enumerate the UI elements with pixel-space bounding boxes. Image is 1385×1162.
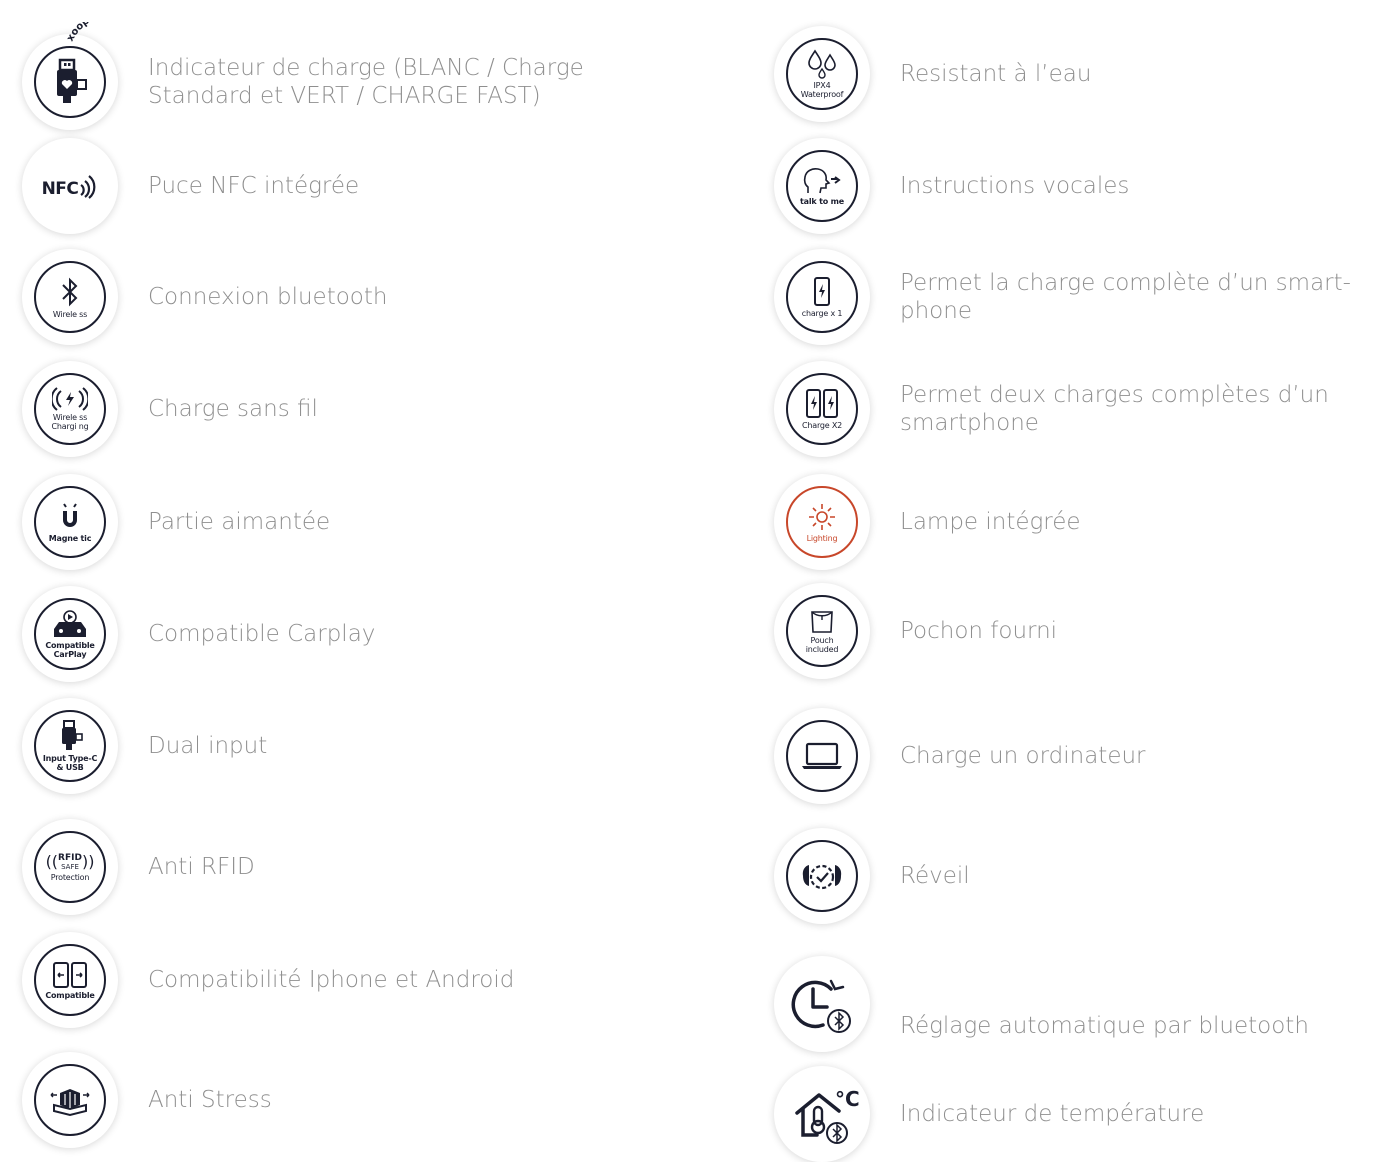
feature-label: Puce NFC intégrée — [148, 173, 360, 199]
feature-label: Réglage automatique par bluetooth — [900, 1013, 1309, 1039]
pouch-icon: Pouch included — [786, 595, 858, 667]
feature-item-alarm: Réveil — [774, 828, 970, 924]
icon-badge — [22, 1052, 118, 1148]
carplay-icon: Compatible CarPlay — [34, 598, 106, 670]
alarm-clock-icon — [786, 840, 858, 912]
light-icon: Lighting — [786, 486, 858, 558]
feature-item-bluetooth: Wirele ss Connexion bluetooth — [22, 249, 387, 345]
icon-badge: xoopar touch — [22, 22, 138, 130]
talk-icon: talk to me — [786, 150, 858, 222]
phone-charge-icon: charge x 1 — [786, 261, 858, 333]
feature-label: Réveil — [900, 863, 970, 889]
feature-label: Indicateur de température — [900, 1101, 1205, 1127]
feature-item-magnetic: Magne tic Partie aimantée — [22, 474, 330, 570]
magnet-icon: Magne tic — [34, 486, 106, 558]
feature-item-wireless-charging: Wirele ss Chargi ng Charge sans fil — [22, 361, 318, 457]
feature-item-pouch: Pouch included Pochon fourni — [774, 583, 1057, 679]
wireless-charging-icon: Wirele ss Chargi ng — [34, 373, 106, 445]
icon-badge: °C — [774, 1066, 870, 1162]
clock-bluetooth-icon — [791, 979, 851, 1033]
feature-item-bluetooth-sync: Réglage automatique par bluetooth — [774, 956, 1309, 1052]
feature-label: Connexion bluetooth — [148, 284, 388, 310]
icon-badge: Wirele ss Chargi ng — [22, 361, 118, 457]
feature-label: Compatible Carplay — [148, 621, 376, 647]
feature-label: Permet la charge complète d’un smart-pho… — [900, 270, 1351, 324]
feature-item-voice: talk to me Instructions vocales — [774, 138, 1129, 234]
feature-item-temperature: °C Indicateur de température — [774, 1066, 1204, 1162]
icon-badge: Compatible — [22, 932, 118, 1028]
icon-badge — [774, 956, 870, 1052]
feature-label: Partie aimantée — [148, 509, 331, 535]
feature-label: Dual input — [148, 733, 268, 759]
feature-label: Charge un ordinateur — [900, 743, 1146, 769]
phones-compatible-icon: Compatible — [34, 944, 106, 1016]
icon-badge — [774, 828, 870, 924]
icon-badge: Magne tic — [22, 474, 118, 570]
water-drops-icon: IPX4 Waterproof — [786, 38, 858, 110]
feature-label: Anti RFID — [148, 854, 255, 880]
fidget-cube-icon — [34, 1064, 106, 1136]
icon-badge — [774, 708, 870, 804]
feature-item-anti-rfid: (( RFID SAFE )) Protection Anti RFID — [22, 819, 255, 915]
feature-item-anti-stress: Anti Stress — [22, 1052, 272, 1148]
feature-item-carplay: Compatible CarPlay Compatible Carplay — [22, 586, 375, 682]
feature-label: Pochon fourni — [900, 618, 1058, 644]
feature-label: Instructions vocales — [900, 173, 1130, 199]
feature-item-dual-input: Input Type-C & USB Dual input — [22, 698, 267, 794]
feature-label: Anti Stress — [148, 1087, 272, 1113]
feature-label: Lampe intégrée — [900, 509, 1081, 535]
dual-input-icon: Input Type-C & USB — [34, 710, 106, 782]
feature-label: Resistant à l’eau — [900, 61, 1092, 87]
nfc-icon: NFC — [42, 173, 99, 199]
feature-item-compatibility: Compatible Compatibilité Iphone et Andro… — [22, 932, 514, 1028]
feature-item-full-charge: charge x 1 Permet la charge complète d’u… — [774, 249, 1370, 345]
icon-badge: Charge X2 — [774, 361, 870, 457]
icon-badge: IPX4 Waterproof — [774, 26, 870, 122]
usb-heart-icon — [34, 46, 106, 118]
feature-item-waterproof: IPX4 Waterproof Resistant à l’eau — [774, 26, 1091, 122]
thermometer-house-icon: °C — [787, 1079, 860, 1149]
feature-item-charge-indicator: xoopar touch Indicateur de charge (BLANC… — [22, 22, 628, 130]
laptop-icon — [786, 720, 858, 792]
icon-badge: talk to me — [774, 138, 870, 234]
icon-badge: Compatible CarPlay — [22, 586, 118, 682]
icon-badge: Pouch included — [774, 583, 870, 679]
feature-label: Charge sans fil — [148, 396, 318, 422]
two-phones-charge-icon: Charge X2 — [786, 373, 858, 445]
feature-item-nfc: NFC Puce NFC intégrée — [22, 138, 359, 234]
feature-item-double-charge: Charge X2 Permet deux charges complètes … — [774, 361, 1370, 457]
icon-badge: charge x 1 — [774, 249, 870, 345]
svg-text:xoopar touch: xoopar touch — [65, 22, 138, 43]
feature-label: Compatibilité Iphone et Android — [148, 967, 515, 993]
feature-label: Permet deux charges complètes d’un smart… — [900, 382, 1329, 436]
icon-badge: Input Type-C & USB — [22, 698, 118, 794]
feature-label: Indicateur de charge (BLANC / Charge Sta… — [148, 55, 584, 109]
icon-badge: NFC — [22, 138, 118, 234]
bluetooth-icon: Wirele ss — [34, 261, 106, 333]
icon-badge: (( RFID SAFE )) Protection — [22, 819, 118, 915]
rfid-icon: (( RFID SAFE )) Protection — [34, 831, 106, 903]
icon-badge: Wirele ss — [22, 249, 118, 345]
icon-badge: Lighting — [774, 474, 870, 570]
feature-item-laptop: Charge un ordinateur — [774, 708, 1146, 804]
feature-item-lamp: Lighting Lampe intégrée — [774, 474, 1081, 570]
